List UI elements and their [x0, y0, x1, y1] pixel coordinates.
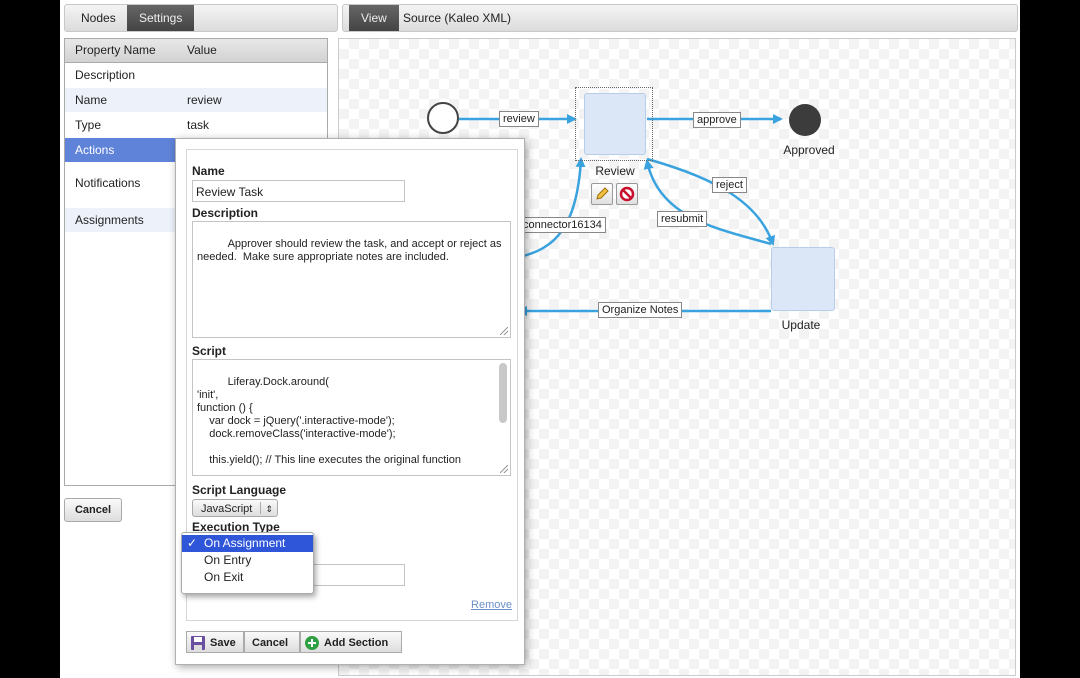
action-section: Name Review Task Description Approver sh…	[181, 149, 518, 621]
right-tab-bar: View Source (Kaleo XML)	[342, 4, 1018, 32]
property-row-type[interactable]: Type task	[65, 113, 327, 138]
execution-type-dropdown[interactable]: ✓ On Assignment On Entry On Exit	[181, 532, 314, 594]
option-label: On Entry	[204, 553, 252, 567]
property-grid-header: Property Name Value	[65, 39, 327, 63]
option-label: On Assignment	[204, 536, 286, 550]
property-row-description[interactable]: Description	[65, 63, 327, 88]
left-tab-bar: Nodes Settings	[64, 4, 338, 32]
cancel-editor-button[interactable]: Cancel	[244, 631, 300, 653]
connector-label-resubmit[interactable]: resubmit	[657, 211, 708, 227]
tab-settings[interactable]: Settings	[127, 5, 195, 31]
script-text: Liferay.Dock.around( 'init', function ()…	[197, 376, 461, 466]
check-icon: ✓	[187, 536, 198, 550]
pencil-icon	[596, 187, 609, 200]
save-button[interactable]: Save	[186, 631, 244, 653]
select-divider	[260, 502, 261, 514]
script-language-label: Script Language	[192, 483, 287, 497]
task-node-review[interactable]	[584, 93, 646, 155]
name-input[interactable]: Review Task	[192, 180, 405, 202]
save-label: Save	[210, 637, 236, 649]
script-scrollbar[interactable]	[499, 363, 507, 423]
node-label-update: Update	[781, 318, 821, 332]
name-label: Name	[192, 164, 225, 178]
description-textarea[interactable]: Approver should review the task, and acc…	[192, 221, 511, 338]
script-language-select[interactable]: JavaScript ⇕	[192, 499, 278, 517]
floppy-disk-icon	[191, 636, 205, 650]
property-name: Description	[75, 68, 136, 82]
node-label-approved: Approved	[783, 143, 835, 157]
property-name: Assignments	[75, 213, 144, 227]
node-label-review: Review	[595, 164, 635, 178]
resize-handle[interactable]	[500, 465, 508, 473]
end-node-approved[interactable]	[789, 104, 821, 136]
connector-label-review[interactable]: review	[499, 111, 539, 127]
script-label: Script	[192, 344, 227, 358]
description-label: Description	[192, 206, 259, 220]
diagram-canvas[interactable]: Review Approved Update review approve re…	[175, 38, 1016, 676]
property-row-name[interactable]: Name review	[65, 88, 327, 113]
task-node-update[interactable]	[771, 247, 835, 311]
add-section-label: Add Section	[324, 637, 389, 649]
property-name: Type	[75, 118, 102, 132]
script-textarea[interactable]: Liferay.Dock.around( 'init', function ()…	[192, 359, 511, 476]
execution-option-on-entry[interactable]: On Entry	[182, 552, 313, 569]
edit-node-button[interactable]	[591, 183, 613, 205]
connector-reject[interactable]	[646, 157, 776, 246]
execution-option-on-exit[interactable]: On Exit	[182, 569, 313, 586]
cancel-button[interactable]: Cancel	[64, 498, 122, 522]
workflow-designer: Nodes Settings View Source (Kaleo XML) P…	[60, 0, 1020, 678]
description-text: Approver should review the task, and acc…	[197, 238, 502, 263]
add-section-button[interactable]: Add Section	[300, 631, 402, 653]
connector-label-approve[interactable]: approve	[693, 112, 741, 128]
plus-circle-icon	[305, 636, 319, 650]
connector-label-reject[interactable]: reject	[712, 177, 747, 193]
script-language-value: JavaScript	[201, 503, 253, 515]
resize-handle[interactable]	[500, 327, 508, 335]
tab-source-xml[interactable]: Source (Kaleo XML)	[391, 5, 523, 31]
column-header-value: Value	[187, 43, 217, 57]
property-value: task	[187, 118, 210, 132]
action-editor-panel: Name Review Task Description Approver sh…	[175, 138, 525, 665]
column-header-property-name: Property Name	[75, 43, 156, 57]
connector-resubmit[interactable]	[643, 159, 772, 246]
option-label: On Exit	[204, 570, 244, 584]
start-node[interactable]	[427, 102, 459, 134]
connector-label-organize-notes[interactable]: Organize Notes	[598, 302, 683, 318]
connector-label-connector16134[interactable]: connector16134	[519, 217, 606, 233]
remove-link[interactable]: Remove	[471, 599, 512, 611]
delete-icon	[619, 186, 635, 202]
property-name: Actions	[75, 143, 115, 157]
execution-option-on-assignment[interactable]: ✓ On Assignment	[182, 535, 313, 552]
property-value: review	[187, 93, 222, 107]
delete-node-button[interactable]	[616, 183, 638, 205]
property-name: Notifications	[75, 176, 141, 190]
cancel-label: Cancel	[252, 637, 289, 649]
property-name: Name	[75, 93, 108, 107]
tab-nodes[interactable]: Nodes	[69, 5, 128, 31]
select-arrows-icon: ⇕	[265, 504, 273, 514]
